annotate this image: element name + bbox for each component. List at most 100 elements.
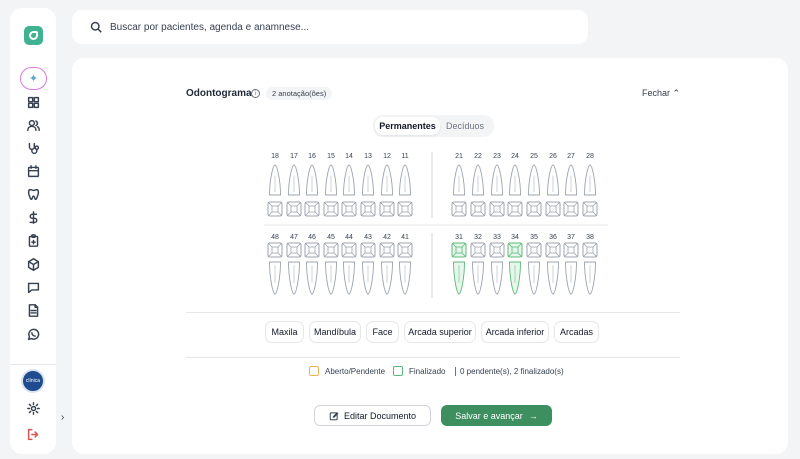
tooth-number: 12 [383,153,391,160]
tooth-number: 48 [271,234,279,241]
legend-pending: Aberto/Pendente [309,366,385,376]
tooth-number: 44 [345,234,353,241]
box-icon[interactable] [25,256,41,272]
tooth-24[interactable]: 24 [507,153,523,217]
tooth-35[interactable]: 35 [526,234,542,295]
tooth-13[interactable]: 13 [360,153,376,217]
pending-swatch [309,366,319,376]
calendar-icon[interactable] [25,163,41,179]
tooth-number: 36 [549,234,557,241]
whatsapp-icon[interactable] [25,326,41,342]
tooth-45[interactable]: 45 [323,234,339,295]
tooth-number: 21 [455,153,463,160]
tooth-number: 17 [290,153,298,160]
message-icon[interactable] [25,279,41,295]
edit-document-button[interactable]: Editar Documento [314,405,431,426]
tooth-23[interactable]: 23 [489,153,505,217]
tooth-number: 14 [345,153,353,160]
tooth-number: 11 [401,153,408,160]
odontogram-card: Odontograma i 2 anotação(ões) Fechar ⌃ P… [72,58,788,454]
tooth-38[interactable]: 38 [582,234,598,295]
tooth-41[interactable]: 41 [397,234,413,295]
tooth-28[interactable]: 28 [582,153,598,217]
tooth-32[interactable]: 32 [470,234,486,295]
divider [186,312,680,313]
tooth-number: 16 [308,153,316,160]
tooth-number: 33 [493,234,501,241]
tooth-number: 24 [511,153,519,160]
chevron-right-icon[interactable]: › [61,412,64,423]
tooth-25[interactable]: 25 [526,153,542,217]
dollar-icon[interactable] [25,209,41,225]
region-button-lower-arch[interactable]: Arcada inferior [481,321,549,343]
tooth-18[interactable]: 18 [267,153,283,217]
tooth-number: 28 [586,153,594,160]
tooth-15[interactable]: 15 [323,153,339,217]
arrow-right-icon: → [528,410,538,421]
tooth-31[interactable]: 31 [451,234,467,295]
tooth-48[interactable]: 48 [267,234,283,295]
tooth-number: 15 [327,153,335,160]
divider [186,357,680,358]
tooth-number: 27 [567,153,575,160]
tooth-number: 13 [364,153,372,160]
tooth-14[interactable]: 14 [341,153,357,217]
tooth-22[interactable]: 22 [470,153,486,217]
status-summary: 0 pendente(s), 2 finalizado(s) [455,367,564,376]
users-icon[interactable] [25,117,41,133]
save-and-continue-button[interactable]: Salvar e avançar → [441,405,552,426]
tooth-33[interactable]: 33 [489,234,505,295]
tooth-26[interactable]: 26 [545,153,561,217]
tooth-number: 23 [493,153,501,160]
region-button-maxila[interactable]: Maxila [265,321,304,343]
tooth-17[interactable]: 17 [286,153,302,217]
tooth-11[interactable]: 11 [397,153,413,217]
search-bar[interactable] [72,10,588,44]
tooth-number: 31 [455,234,463,241]
clinic-avatar[interactable]: clínica [21,369,45,393]
tooth-number: 18 [271,153,279,160]
tooth-27[interactable]: 27 [563,153,579,217]
tooth-42[interactable]: 42 [379,234,395,295]
stethoscope-icon[interactable] [25,140,41,156]
search-icon [90,21,102,33]
region-button-mandibula[interactable]: Mandíbula [309,321,361,343]
region-button-upper-arch[interactable]: Arcada superior [404,321,476,343]
tooth-number: 22 [474,153,482,160]
tooth-44[interactable]: 44 [341,234,357,295]
ai-assistant-button[interactable]: ✦ [20,67,47,90]
tooth-43[interactable]: 43 [360,234,376,295]
tooth-21[interactable]: 21 [451,153,467,217]
odontogram-chart: 18 17 16 15 14 13 12 11 21 22 23 24 25 26 27 28 48 47 46 45… [264,152,608,298]
tooth-number: 45 [327,234,335,241]
tooth-34[interactable]: 34 [507,234,523,295]
tooth-number: 47 [290,234,298,241]
logout-icon[interactable] [25,426,41,442]
tooth-icon[interactable] [25,186,41,202]
tooth-36[interactable]: 36 [545,234,561,295]
legend-finalized: Finalizado [393,366,445,376]
search-input[interactable] [110,21,510,33]
tooth-number: 32 [474,234,482,241]
tooth-number: 41 [401,234,409,241]
tooth-number: 43 [364,234,372,241]
region-button-face[interactable]: Face [366,321,399,343]
tooth-37[interactable]: 37 [563,234,579,295]
edit-icon [329,411,339,420]
dashboard-icon[interactable] [25,94,41,110]
region-buttons: Maxila Mandíbula Face Arcada superior Ar… [72,321,788,343]
tooth-16[interactable]: 16 [304,153,320,217]
tooth-number: 34 [511,234,519,241]
sidebar-divider [10,364,56,365]
tooth-47[interactable]: 47 [286,234,302,295]
document-icon[interactable] [25,302,41,318]
tooth-12[interactable]: 12 [379,153,395,217]
finalized-swatch [393,366,403,376]
settings-icon[interactable] [25,400,41,416]
app-logo[interactable] [24,26,43,45]
clipboard-icon[interactable] [25,232,41,248]
tooth-46[interactable]: 46 [304,234,320,295]
region-button-arches[interactable]: Arcadas [554,321,599,343]
tooth-number: 46 [308,234,316,241]
sparkle-icon: ✦ [28,73,39,85]
